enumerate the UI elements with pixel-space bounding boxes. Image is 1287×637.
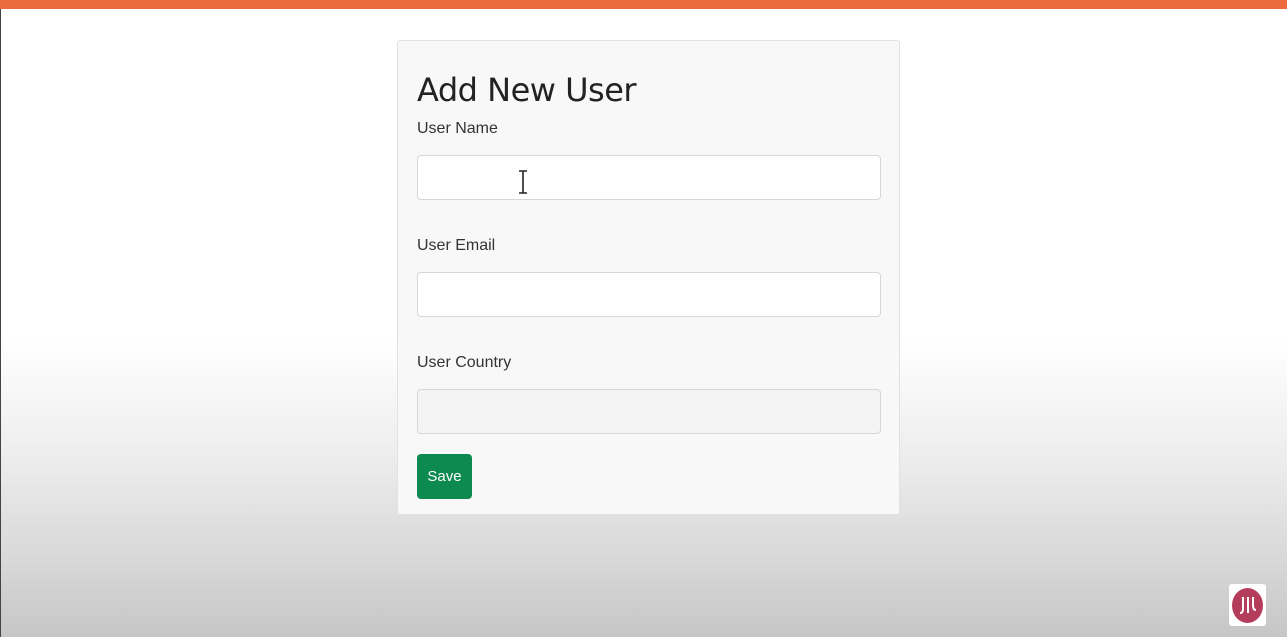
user-email-input[interactable] <box>417 272 881 317</box>
user-country-input[interactable] <box>417 389 881 434</box>
page-title: Add New User <box>417 71 637 109</box>
channel-logo-icon <box>1229 584 1266 626</box>
top-accent-bar <box>0 0 1287 9</box>
user-country-label: User Country <box>417 354 512 371</box>
window-left-edge <box>0 9 9 637</box>
text-cursor-icon <box>518 170 528 194</box>
user-email-label: User Email <box>417 237 496 254</box>
save-button[interactable]: Save <box>417 454 472 499</box>
user-name-input[interactable] <box>417 155 881 200</box>
add-user-form-card: Add New User User Name User Email User C… <box>397 40 900 515</box>
user-name-label: User Name <box>417 120 498 137</box>
